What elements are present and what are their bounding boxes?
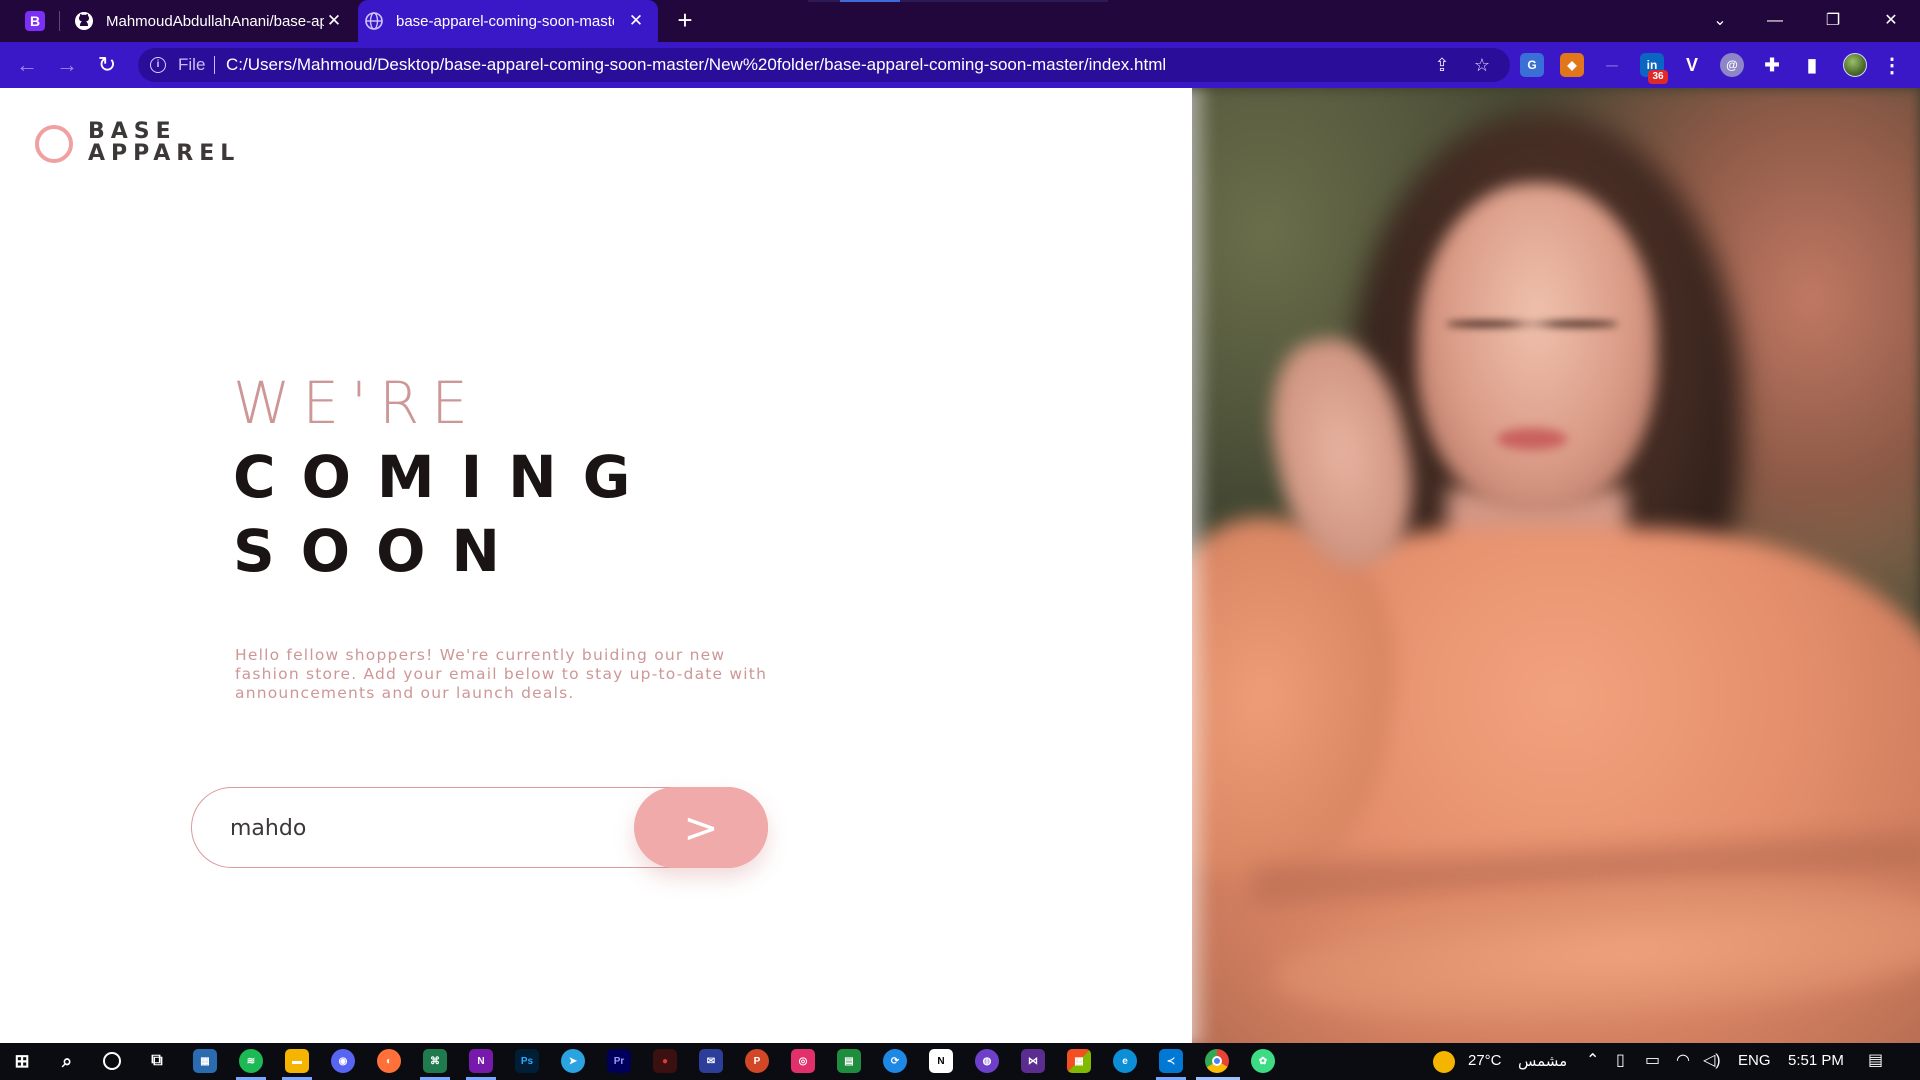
app-icon-2[interactable]: ⌘	[423, 1049, 447, 1073]
windows-taskbar: ⊞ ⌕ ⧉ ▦ ≋ ▬ ◉ ◐ ⌘ N Ps ➤ Pr ● ✉ P ◎ ▤ ⟳ …	[0, 1043, 1920, 1080]
task-view-icon[interactable]: ⧉	[145, 1049, 169, 1073]
extensions-puzzle-icon[interactable]: ✚	[1760, 53, 1784, 77]
tab-close-icon[interactable]: ✕	[626, 11, 646, 31]
microsoft-store-icon[interactable]: ▦	[1067, 1049, 1091, 1073]
telegram-icon[interactable]: ➤	[561, 1049, 585, 1073]
tab-title: MahmoudAbdullahAnani/base-apparel-coming…	[106, 12, 324, 30]
reload-button[interactable]: ↻	[92, 50, 122, 80]
clock[interactable]: 5:51 PM	[1788, 1052, 1844, 1069]
notion-icon[interactable]: N	[929, 1049, 953, 1073]
wifi-icon[interactable]: ◠	[1676, 1050, 1690, 1072]
profile-extension-icon[interactable]: @	[1720, 53, 1744, 77]
vimeo-extension-icon[interactable]: V	[1680, 53, 1704, 77]
discord-icon[interactable]: ◉	[331, 1049, 355, 1073]
bookmark-star-icon[interactable]: ☆	[1470, 53, 1494, 77]
cortana-icon[interactable]	[100, 1049, 124, 1073]
github-icon	[74, 11, 94, 31]
profile-avatar[interactable]	[1843, 53, 1867, 77]
search-icon[interactable]: ⌕	[55, 1049, 79, 1073]
notifications-icon[interactable]: ▤	[1868, 1050, 1883, 1072]
weather-temp[interactable]: 27°C	[1468, 1052, 1502, 1069]
app-icon-5[interactable]: ✿	[1251, 1049, 1275, 1073]
sheets-icon[interactable]: ▤	[837, 1049, 861, 1073]
email-form: >	[191, 787, 768, 868]
weather-sun-icon[interactable]	[1433, 1051, 1455, 1073]
tab-close-icon[interactable]: ✕	[324, 11, 344, 31]
github-desktop-icon[interactable]: ◍	[975, 1049, 999, 1073]
forward-button[interactable]: →	[52, 50, 82, 80]
headline-line-soon: SOON	[233, 517, 526, 585]
scheme-label: File	[178, 55, 206, 74]
instagram-icon[interactable]: ◎	[791, 1049, 815, 1073]
address-bar[interactable]: i File C:/Users/Mahmoud/Desktop/base-app…	[138, 48, 1510, 82]
bootstrap-app-icon[interactable]: B	[25, 11, 45, 31]
hero-image	[1192, 88, 1920, 1043]
recorder-icon[interactable]: ●	[653, 1049, 677, 1073]
edge-icon[interactable]: e	[1113, 1049, 1137, 1073]
drag-indicator	[808, 0, 1108, 2]
app-icon-4[interactable]: ⟳	[883, 1049, 907, 1073]
tab-separator	[59, 11, 60, 31]
extension-badge: 36	[1648, 70, 1668, 84]
tab-active-page[interactable]: base-apparel-coming-soon-master ✕	[358, 0, 658, 42]
headline-line-coming: COMING	[233, 443, 657, 511]
app-icon-3[interactable]: ✉	[699, 1049, 723, 1073]
globe-icon	[364, 11, 384, 31]
menu-kebab-icon[interactable]: ⋮	[1880, 53, 1904, 77]
email-input[interactable]	[230, 812, 610, 844]
photoshop-icon[interactable]: Ps	[515, 1049, 539, 1073]
browser-tabstrip: B MahmoudAbdullahAnani/base-apparel-comi…	[0, 0, 1920, 42]
logo-line-2: APPAREL	[88, 141, 241, 166]
tray-chevron-up-icon[interactable]: ⌃	[1586, 1050, 1599, 1072]
minimize-button[interactable]: —	[1760, 6, 1790, 36]
tab-github[interactable]: MahmoudAbdullahAnani/base-apparel-coming…	[68, 0, 356, 42]
logo-line-1: BASE	[88, 119, 177, 144]
browser-toolbar: ← → ↻ i File C:/Users/Mahmoud/Desktop/ba…	[0, 42, 1920, 88]
weather-condition[interactable]: مشمس	[1518, 1052, 1567, 1070]
tab-search-chevron-icon[interactable]: ⌄	[1705, 6, 1735, 36]
share-icon[interactable]: ⇪	[1430, 53, 1454, 77]
site-info-icon[interactable]: i	[150, 57, 166, 73]
visual-studio-icon[interactable]: ⋈	[1021, 1049, 1045, 1073]
spotify-icon[interactable]: ≋	[239, 1049, 263, 1073]
restore-button[interactable]: ❐	[1818, 6, 1848, 36]
language-indicator[interactable]: ENG	[1738, 1052, 1771, 1069]
side-panel-icon[interactable]: ▮	[1800, 53, 1824, 77]
web-page: BASE APPAREL WE'RE COMING SOON Hello fel…	[0, 88, 1920, 1043]
close-window-button[interactable]: ✕	[1876, 6, 1906, 36]
firefox-icon[interactable]: ◐	[377, 1049, 401, 1073]
logo-circle-icon	[35, 125, 73, 163]
intro-paragraph: Hello fellow shoppers! We're currently b…	[235, 646, 768, 702]
submit-button[interactable]: >	[634, 787, 768, 868]
battery-icon[interactable]: ▭	[1645, 1050, 1660, 1072]
powerpoint-icon[interactable]: P	[745, 1049, 769, 1073]
logo-text: BASE APPAREL	[88, 121, 240, 165]
vscode-icon[interactable]: ≺	[1159, 1049, 1183, 1073]
back-button[interactable]: ←	[12, 50, 42, 80]
chrome-icon[interactable]	[1205, 1049, 1229, 1073]
metamask-extension-icon[interactable]: ◆	[1560, 53, 1584, 77]
headline-dark: COMING SOON	[233, 440, 656, 588]
hidden-extension-icon[interactable]: —	[1600, 53, 1624, 77]
headline-light: WE'RE	[233, 369, 480, 437]
premiere-icon[interactable]: Pr	[607, 1049, 631, 1073]
omnibox-divider	[214, 56, 215, 74]
app-icon-1[interactable]: ▦	[193, 1049, 217, 1073]
volume-icon[interactable]: ◁)	[1703, 1050, 1721, 1072]
new-tab-button[interactable]: +	[672, 7, 698, 34]
tab-title: base-apparel-coming-soon-master	[396, 12, 614, 30]
translate-extension-icon[interactable]: G	[1520, 53, 1544, 77]
url-text[interactable]: C:/Users/Mahmoud/Desktop/base-apparel-co…	[226, 55, 1166, 75]
windows-start-icon[interactable]: ⊞	[10, 1049, 34, 1073]
device-icon[interactable]: ▯	[1616, 1050, 1625, 1072]
onenote-icon[interactable]: N	[469, 1049, 493, 1073]
file-explorer-icon[interactable]: ▬	[285, 1049, 309, 1073]
